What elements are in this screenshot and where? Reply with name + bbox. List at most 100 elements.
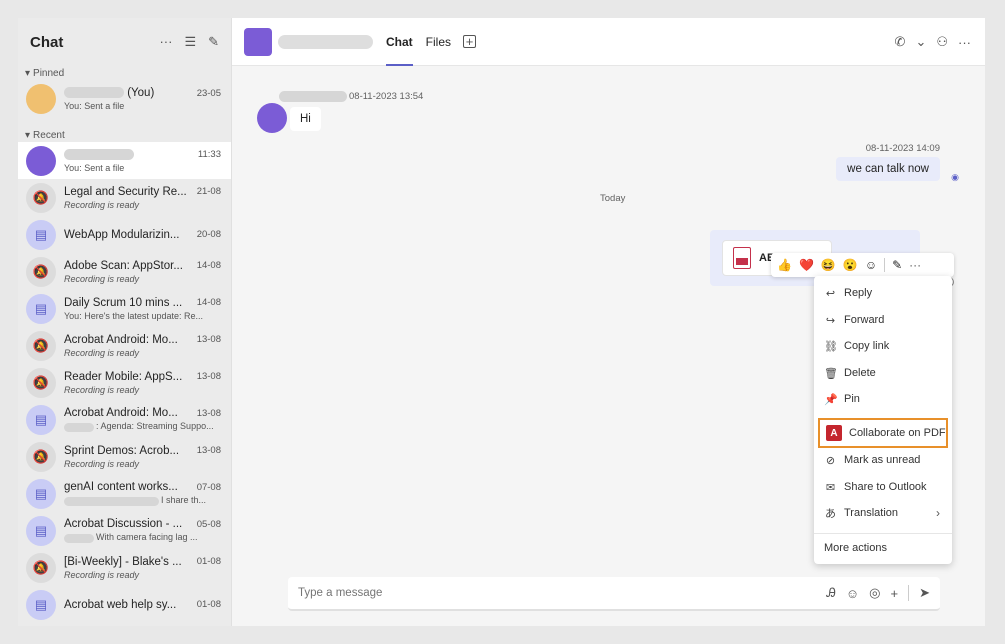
avatar	[26, 145, 56, 176]
forward-icon: ↪	[825, 314, 836, 327]
chat-item[interactable]: ▤ Daily Scrum 10 mins ... 14-08 You: Here's…	[18, 290, 231, 327]
reaction-like-icon[interactable]: 👍	[777, 258, 792, 272]
menu-item-reply[interactable]: ↩ Reply	[814, 282, 952, 304]
compose-box[interactable]: Ꭿ ☺ ◎ + ➤	[288, 577, 940, 611]
chat-preview: Recording is ready	[64, 569, 140, 580]
pdf-file-icon	[733, 247, 751, 269]
chat-item[interactable]: 🔕 Legal and Security Re... 21-08 Recording …	[18, 179, 231, 216]
menu-item-more-actions[interactable]: More actions	[814, 537, 952, 559]
message-list: 08-11-2023 13:54 Hi 08-11-2023 14:09 we …	[232, 66, 985, 566]
calendar-avatar-icon: ▤	[26, 478, 56, 509]
reaction-surprised-icon[interactable]: 😮	[843, 258, 858, 272]
tab-chat[interactable]: Chat	[386, 18, 413, 66]
acrobat-icon: A	[826, 425, 842, 441]
chat-header: Chat Files + ✆ ⌄ ⚇ ···	[232, 18, 985, 66]
contact-avatar[interactable]	[244, 27, 272, 56]
redacted-sender	[64, 496, 159, 506]
reply-icon: ↩	[825, 287, 836, 300]
chat-name: Acrobat Discussion - ...	[64, 518, 183, 531]
incoming-message-header: 08-11-2023 13:54	[279, 91, 423, 102]
pinned-label: Pinned	[33, 67, 65, 79]
menu-item-collaborate-on-pdf[interactable]: A Collaborate on PDF	[818, 418, 948, 448]
chat-item[interactable]: ▤ Acrobat Discussion - ... 05-08 With camer…	[18, 512, 231, 549]
calendar-avatar-icon: ▤	[26, 293, 56, 324]
chat-name: Adobe Scan: AppStor...	[64, 259, 183, 272]
plus-icon[interactable]: +	[891, 586, 899, 601]
format-icon[interactable]: Ꭿ	[826, 585, 835, 601]
menu-item-share-outlook[interactable]: ✉ Share to Outlook	[814, 476, 952, 498]
seen-icon: ◉	[951, 172, 959, 182]
loop-icon[interactable]: ◎	[869, 585, 880, 601]
pinned-section-toggle[interactable]: ▾ Pinned	[18, 66, 231, 80]
calendar-avatar-icon: ▤	[26, 219, 56, 250]
emoji-icon[interactable]: ☺	[846, 586, 859, 601]
sidebar-header: Chat ··· ☰ ✎	[18, 18, 231, 66]
chat-preview: : Agenda: Streaming Suppo...	[64, 421, 221, 432]
filter-icon[interactable]: ☰	[184, 34, 196, 50]
menu-item-pin[interactable]: 📌 Pin	[814, 388, 952, 410]
chat-name: Acrobat web help sy...	[64, 598, 177, 611]
chat-preview-text: With camera facing lag ...	[96, 532, 198, 543]
add-tab-icon[interactable]: +	[463, 35, 477, 48]
reaction-heart-icon[interactable]: ❤️	[799, 258, 814, 272]
menu-item-delete[interactable]: 🗑 Delete	[814, 362, 952, 384]
chat-item[interactable]: ▤ Acrobat web help sy... 01-08	[18, 586, 231, 623]
add-people-icon[interactable]: ⚇	[936, 34, 948, 50]
calendar-avatar-icon: ▤	[26, 404, 56, 435]
new-chat-icon[interactable]: ✎	[208, 34, 219, 50]
edit-icon[interactable]: ✎	[892, 258, 902, 272]
call-icon[interactable]: ✆	[895, 34, 906, 50]
chat-name: [Bi-Weekly] - Blake's ...	[64, 555, 182, 568]
chat-name: Sprint Demos: Acrob...	[64, 444, 180, 457]
chat-preview-text: : Agenda: Streaming Suppo...	[96, 421, 214, 432]
chat-name: genAI content works...	[64, 481, 178, 494]
reaction-laugh-icon[interactable]: 😆	[821, 258, 836, 272]
chat-preview: I share th...	[64, 495, 221, 506]
caret-down-icon: ▾	[25, 67, 31, 79]
translate-icon: あ	[825, 508, 836, 520]
recent-label: Recent	[33, 129, 65, 141]
chat-date: 13-08	[196, 371, 221, 382]
chat-item[interactable]: 11:33 You: Sent a file	[18, 142, 231, 179]
chat-item[interactable]: 🔕 Sprint Demos: Acrob... 13-08 Recording is…	[18, 438, 231, 475]
redacted-sender	[64, 533, 94, 543]
send-icon[interactable]: ➤	[919, 585, 930, 601]
chat-item[interactable]: 🔕 Reader Mobile: AppS... 13-08 Recording is…	[18, 364, 231, 401]
redacted-name	[64, 148, 134, 160]
chat-item[interactable]: 🔕 Acrobat Android: Mo... 13-08 Recording is…	[18, 327, 231, 364]
chevron-down-icon[interactable]: ⌄	[915, 34, 926, 50]
divider	[908, 585, 910, 601]
more-options-icon[interactable]: ···	[159, 34, 172, 50]
chat-item[interactable]: ▤ WebApp Modularizin... 20-08	[18, 216, 231, 253]
chat-item[interactable]: 🔕 Adobe Scan: AppStor... 14-08 Recording is…	[18, 253, 231, 290]
chat-date: 07-08	[196, 481, 221, 493]
chat-item[interactable]: ▤ genAI content works... 07-08 I share th..…	[18, 475, 231, 512]
chat-date: 11:33	[197, 149, 221, 160]
menu-item-forward[interactable]: ↪ Forward	[814, 309, 952, 331]
chat-item[interactable]: 🔕 [Bi-Weekly] - Blake's ... 01-08 Recording…	[18, 549, 231, 586]
chat-item[interactable]: ▤ Acrobat Android: Mo... 13-08: Agenda: St…	[18, 401, 231, 438]
chat-date: 01-08	[196, 599, 221, 610]
redacted-sender	[64, 422, 94, 432]
incoming-timestamp: 08-11-2023 13:54	[349, 91, 424, 102]
chat-date: 13-08	[196, 445, 221, 456]
menu-item-copy-link[interactable]: ⛓ Copy link	[814, 335, 952, 357]
incoming-message[interactable]: Hi	[290, 107, 321, 131]
message-input[interactable]	[298, 587, 827, 599]
chat-preview: Recording is ready	[64, 273, 140, 284]
more-options-icon[interactable]: ···	[909, 258, 921, 272]
tab-files[interactable]: Files	[426, 18, 451, 66]
recent-section-toggle[interactable]: ▾ Recent	[18, 128, 231, 142]
more-options-icon[interactable]: ···	[958, 35, 971, 50]
sender-avatar[interactable]	[257, 103, 287, 133]
menu-item-translation[interactable]: あ Translation ›	[814, 502, 952, 524]
message-context-menu: ↩ Reply ↪ Forward ⛓ Copy link 🗑 Delete 📌 Pin …	[814, 276, 952, 564]
menu-item-mark-unread[interactable]: ⊘ Mark as unread	[814, 449, 952, 471]
outgoing-message[interactable]: we can talk now	[836, 157, 940, 181]
chat-date: 05-08	[196, 518, 221, 530]
chat-date: 21-08	[196, 186, 221, 197]
chat-item-pinned-self[interactable]: (You) 23-05 You: Sent a file	[18, 80, 231, 118]
reaction-add-icon[interactable]: ☺	[865, 258, 877, 272]
calendar-avatar-icon: ▤	[26, 515, 56, 546]
redacted-contact-name[interactable]	[278, 34, 373, 49]
